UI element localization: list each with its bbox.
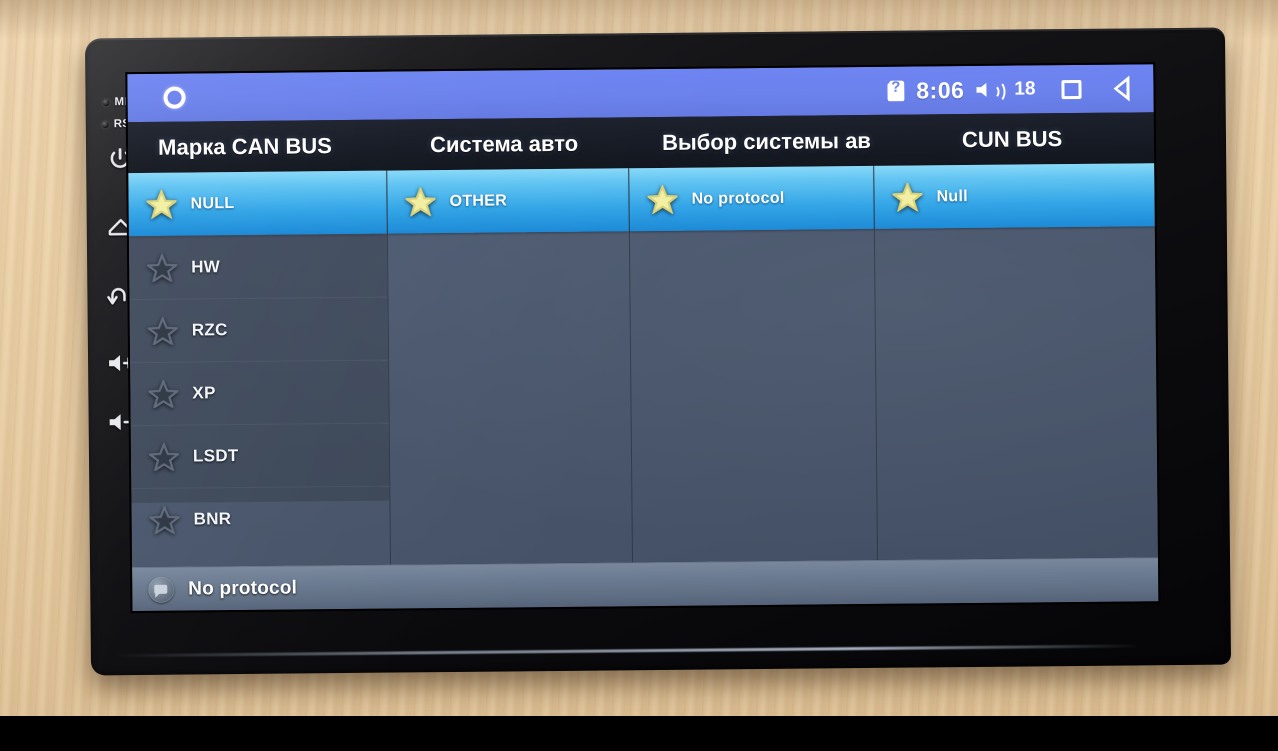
column-cun-bus: Null <box>874 163 1158 560</box>
list-item[interactable]: Null <box>874 163 1155 229</box>
list-item[interactable]: HW <box>128 233 388 300</box>
star-icon <box>145 315 180 347</box>
header-can-bus-brand: Марка CAN BUS <box>157 132 332 160</box>
list-item[interactable]: LSDT <box>130 422 390 489</box>
column-car-system-list: OTHER <box>387 168 631 500</box>
bottom-status-label: No protocol <box>188 576 298 600</box>
list-item[interactable]: OTHER <box>387 168 629 234</box>
clock-label: 8:06 <box>916 76 965 104</box>
list-item[interactable]: BNR <box>131 485 390 552</box>
list-item-label: OTHER <box>449 191 508 210</box>
head-unit-screen: 8:06 18 Марка CAN BUS Система авто Выбор… <box>127 64 1159 612</box>
list-item-label: No protocol <box>691 189 785 208</box>
car-head-unit-device: MIC RST ? 8:06 18 Марка CAN BUS Система … <box>84 27 1232 676</box>
column-car-system: OTHER <box>387 168 634 565</box>
ring-icon[interactable] <box>163 86 186 109</box>
status-bar-right: 8:06 18 <box>887 75 1143 104</box>
volume-level-label: 18 <box>1014 78 1036 100</box>
list-item-label: LSDT <box>192 446 239 466</box>
star-icon <box>145 252 180 284</box>
column-can-bus-brand-list: NULL HW RZC XP LSDT BNR <box>128 170 390 552</box>
column-cun-bus-list: Null <box>874 163 1157 496</box>
volume-wave-large <box>990 80 1006 103</box>
selection-columns: NULL HW RZC XP LSDT BNR OTHER No protoco… <box>128 163 1158 568</box>
list-item-label: NULL <box>190 194 235 212</box>
star-icon <box>147 440 181 473</box>
sim-card-question-icon <box>887 80 904 101</box>
star-icon <box>645 183 680 215</box>
star-icon <box>147 503 182 536</box>
desk-background: MIC RST ? 8:06 18 Марка CAN BUS Система … <box>0 0 1278 751</box>
list-item[interactable]: RZC <box>129 296 389 363</box>
recents-square-icon[interactable] <box>1061 79 1082 99</box>
list-item-label: HW <box>191 257 221 277</box>
mic-hole-icon <box>102 98 110 106</box>
chat-bubble-icon <box>148 576 175 603</box>
star-icon <box>890 181 925 213</box>
list-item[interactable]: No protocol <box>629 165 874 232</box>
list-item-label: Null <box>936 187 969 205</box>
column-can-bus-brand: NULL HW RZC XP LSDT BNR <box>128 170 392 568</box>
header-cun-bus: CUN BUS <box>961 125 1063 152</box>
list-item-label: RZC <box>191 320 228 340</box>
video-letterbox <box>0 716 1278 751</box>
star-icon <box>146 378 181 410</box>
back-triangle-icon[interactable] <box>1113 75 1130 102</box>
header-system-choice: Выбор системы ав <box>661 127 872 155</box>
star-icon <box>144 188 179 220</box>
star-icon <box>403 186 438 218</box>
list-item-label: BNR <box>193 509 232 529</box>
bezel-bottom-glint <box>114 644 1141 658</box>
list-item[interactable]: NULL <box>128 170 387 237</box>
status-bar-left <box>127 86 186 110</box>
volume-icon <box>976 80 1006 103</box>
header-car-system: Система авто <box>429 130 579 157</box>
column-system-choice: No protocol <box>629 165 879 563</box>
list-item-label: XP <box>192 383 216 403</box>
reset-hole-icon[interactable] <box>101 120 109 128</box>
column-system-choice-list: No protocol <box>629 165 876 498</box>
list-item[interactable]: XP <box>130 359 389 426</box>
